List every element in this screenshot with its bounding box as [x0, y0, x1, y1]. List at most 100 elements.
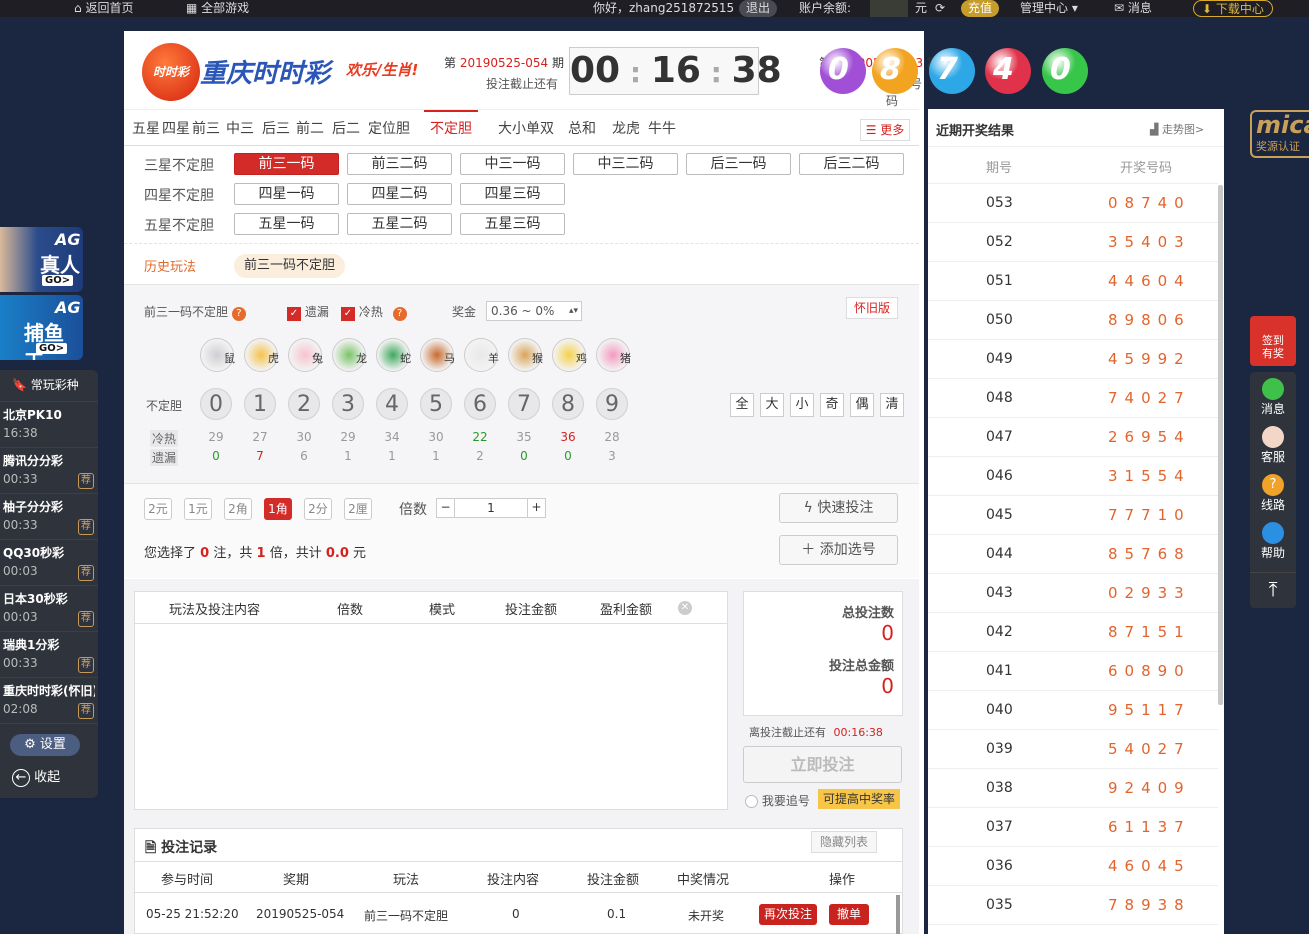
subplay-option[interactable]: 四星二码	[347, 183, 452, 205]
tab-11[interactable]: 龙虎	[612, 110, 640, 146]
mode-button[interactable]: 2分	[304, 498, 332, 520]
quick-select-button[interactable]: 全	[730, 393, 754, 417]
more-button[interactable]: ☰ 更多	[860, 119, 910, 141]
ag-fish-banner[interactable]: AG 捕鱼王 GO>	[0, 295, 83, 360]
tab-10[interactable]: 总和	[568, 110, 596, 146]
number-ball[interactable]: 4	[376, 388, 408, 420]
quick-select-button[interactable]: 奇	[820, 393, 844, 417]
rebet-button[interactable]: 再次投注	[759, 904, 818, 925]
manage-menu[interactable]: 管理中心 ▾	[1020, 0, 1078, 17]
number-ball[interactable]: 7	[508, 388, 540, 420]
mica-badge[interactable]: mica 奖源认证	[1250, 110, 1309, 158]
subplay-option[interactable]: 五星三码	[460, 213, 565, 235]
number-ball[interactable]: 5	[420, 388, 452, 420]
number-ball[interactable]: 9	[596, 388, 628, 420]
subplay-option[interactable]: 中三一码	[460, 153, 565, 175]
cancel-button[interactable]: 撤单	[829, 904, 870, 925]
mode-button[interactable]: 2元	[144, 498, 172, 520]
number-ball[interactable]: 2	[288, 388, 320, 420]
scrollbar[interactable]	[1218, 185, 1223, 705]
trend-link[interactable]: ▟ 走势图>	[1150, 121, 1204, 137]
mode-button[interactable]: 1角	[264, 498, 292, 520]
tab-4[interactable]: 后三	[262, 110, 290, 146]
recharge-button[interactable]: 充值	[961, 0, 1000, 17]
zodiac-icon: 羊	[464, 338, 499, 372]
miss-checkbox[interactable]: ✓ 遗漏	[287, 303, 329, 321]
gear-icon: ⚙	[24, 737, 36, 752]
number-ball[interactable]: 0	[200, 388, 232, 420]
quick-select-button[interactable]: 偶	[850, 393, 874, 417]
subplay-option[interactable]: 四星一码	[234, 183, 339, 205]
quick-bet-button[interactable]: ϟ 快速投注	[779, 493, 898, 523]
ag-live-banner[interactable]: AG 真人 GO>	[0, 227, 83, 292]
message-link[interactable]: ✉ 消息	[1114, 0, 1152, 17]
route-button[interactable]: ? 线路	[1250, 474, 1296, 513]
favorite-game-item[interactable]: 腾讯分分彩 00:33 荐	[0, 448, 98, 494]
add-number-button[interactable]: ＋ 添加选号	[779, 535, 898, 565]
subplay-option[interactable]: 前三二码	[347, 153, 452, 175]
home-link[interactable]: ⌂ 返回首页	[74, 0, 133, 17]
quick-select-button[interactable]: 清	[880, 393, 904, 417]
tab-8[interactable]: 不定胆	[424, 110, 478, 146]
scrollbar[interactable]	[896, 895, 900, 934]
subplay-option[interactable]: 四星三码	[460, 183, 565, 205]
hot-checkbox[interactable]: ✓ 冷热 ?	[341, 303, 407, 321]
prize-select[interactable]: 0.36 ~ 0% ▴▾	[486, 301, 582, 321]
recommend-badge: 荐	[78, 473, 94, 489]
subplay-option[interactable]: 中三二码	[573, 153, 678, 175]
subplay-option[interactable]: 五星二码	[347, 213, 452, 235]
signin-reward-button[interactable]: 签到 有奖	[1250, 316, 1296, 366]
clear-cart-icon[interactable]: ✕	[678, 601, 692, 615]
tab-0[interactable]: 五星	[132, 110, 160, 146]
favorite-game-item[interactable]: 北京PK10 16:38	[0, 402, 98, 448]
subplay-option[interactable]: 五星一码	[234, 213, 339, 235]
quick-select-button[interactable]: 小	[790, 393, 814, 417]
chase-checkbox[interactable]: 我要追号	[745, 792, 810, 809]
bet-now-button[interactable]: 立即投注	[743, 746, 902, 783]
help-icon[interactable]: ?	[231, 307, 246, 321]
number-ball[interactable]: 3	[332, 388, 364, 420]
logout-button[interactable]: 退出	[739, 0, 778, 17]
tab-2[interactable]: 前三	[192, 110, 220, 146]
tab-3[interactable]: 中三	[226, 110, 254, 146]
customer-service-button[interactable]: 客服	[1250, 426, 1296, 465]
tab-7[interactable]: 定位胆	[368, 110, 410, 146]
number-ball[interactable]: 8	[552, 388, 584, 420]
download-button[interactable]: ⬇ 下载中心	[1193, 0, 1273, 17]
mode-button[interactable]: 2角	[224, 498, 252, 520]
tab-6[interactable]: 后二	[332, 110, 360, 146]
minus-button[interactable]: −	[437, 499, 455, 517]
side-message-button[interactable]: 消息	[1250, 378, 1296, 417]
tab-9[interactable]: 大小单双	[498, 110, 554, 146]
history-play-item[interactable]: 前三一码不定胆	[234, 254, 346, 278]
subplay-option[interactable]: 前三一码	[234, 153, 339, 175]
tab-5[interactable]: 前二	[296, 110, 324, 146]
subplay-option[interactable]: 后三二码	[799, 153, 904, 175]
quick-select-button[interactable]: 大	[760, 393, 784, 417]
mode-button[interactable]: 1元	[184, 498, 212, 520]
collapse-button[interactable]: ← 收起	[12, 766, 60, 787]
number-ball[interactable]: 6	[464, 388, 496, 420]
settings-button[interactable]: ⚙ 设置	[10, 734, 80, 756]
back-to-top-icon[interactable]: ⤒	[1250, 572, 1296, 601]
favorite-game-item[interactable]: 重庆时时彩(怀旧) 02:08 荐	[0, 678, 98, 724]
tab-1[interactable]: 四星	[162, 110, 190, 146]
records-icon: 🗎	[145, 840, 157, 856]
favorite-game-item[interactable]: 日本30秒彩 00:03 荐	[0, 586, 98, 632]
old-version-button[interactable]: 怀旧版	[846, 297, 898, 319]
refresh-icon[interactable]: ⟳	[935, 0, 945, 17]
hide-list-button[interactable]: 隐藏列表	[811, 831, 877, 853]
tab-12[interactable]: 牛牛	[648, 110, 676, 146]
multiple-stepper[interactable]: − 1 +	[436, 498, 546, 518]
plus-button[interactable]: +	[527, 499, 545, 517]
all-games-link[interactable]: ▦ 全部游戏	[186, 0, 249, 17]
mode-button[interactable]: 2厘	[344, 498, 372, 520]
hot-value: 28	[604, 430, 620, 444]
favorite-game-item[interactable]: 瑞典1分彩 00:33 荐	[0, 632, 98, 678]
help-button[interactable]: 帮助	[1250, 522, 1296, 561]
subplay-option[interactable]: 后三一码	[686, 153, 791, 175]
totals-box: 总投注数 0 投注总金额 0	[743, 591, 903, 716]
number-ball[interactable]: 1	[244, 388, 276, 420]
favorite-game-item[interactable]: QQ30秒彩 00:03 荐	[0, 540, 98, 586]
favorite-game-item[interactable]: 柚子分分彩 00:33 荐	[0, 494, 98, 540]
